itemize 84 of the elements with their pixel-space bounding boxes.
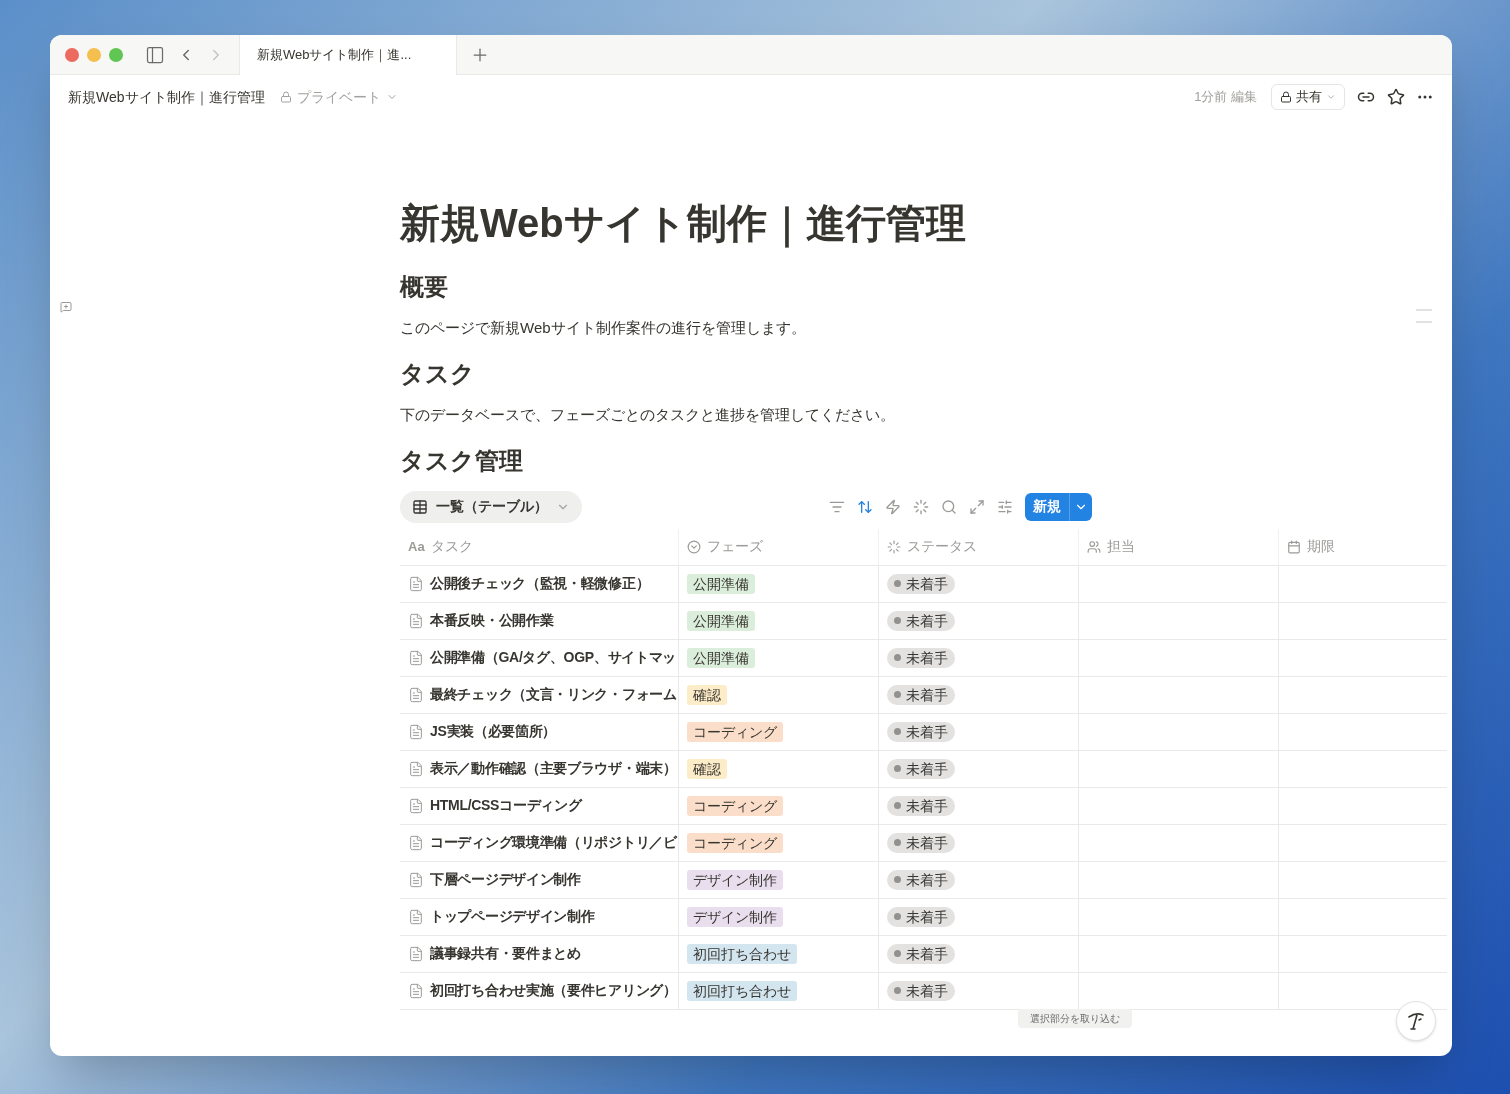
status-tag: 未着手 (887, 721, 955, 742)
task-name[interactable]: 最終チェック（文言・リンク・フォーム (430, 684, 677, 706)
phase-tag: 初回打ち合わせ (687, 980, 797, 1001)
section-heading: タスク (400, 359, 476, 390)
phase-tag: 初回打ち合わせ (687, 943, 797, 964)
page-icon (408, 686, 424, 703)
browser-tab[interactable]: 新規Webサイト制作｜進... (239, 35, 457, 75)
phase-tag: 公開準備 (687, 647, 755, 668)
maximize-window-button[interactable] (109, 47, 123, 62)
task-name[interactable]: トップページデザイン制作 (430, 906, 595, 928)
status-tag: 未着手 (887, 647, 955, 668)
lock-icon (279, 91, 292, 103)
sidebar-toggle-icon[interactable] (145, 44, 165, 65)
people-icon (1087, 539, 1101, 554)
database-title: タスク管理 (400, 446, 524, 477)
settings-icon[interactable] (997, 498, 1013, 515)
new-button[interactable]: 新規 (1025, 492, 1069, 521)
page-icon (408, 945, 424, 962)
new-dropdown-button[interactable] (1069, 492, 1092, 521)
status-tag: 未着手 (887, 573, 955, 594)
automation-icon[interactable] (885, 498, 901, 515)
status-tag: 未着手 (887, 943, 955, 964)
text-type-icon: Aa (408, 540, 425, 554)
task-name[interactable]: 議事録共有・要件まとめ (430, 943, 581, 965)
page-icon (408, 723, 424, 740)
select-icon (687, 539, 701, 554)
status-tag: 未着手 (887, 869, 955, 890)
task-name[interactable]: 公開準備（GA/タグ、OGP、サイトマッ (430, 647, 676, 669)
task-name[interactable]: コーディング環境準備（リポジトリ／ビ (430, 832, 677, 854)
tooltip: 選択部分を取り込む (1018, 1009, 1132, 1028)
status-tag: 未着手 (887, 980, 955, 1001)
phase-tag: 公開準備 (687, 610, 755, 631)
task-name[interactable]: 本番反映・公開作業 (430, 610, 554, 632)
task-name[interactable]: JS実装（必要箇所） (430, 721, 557, 743)
phase-tag: 公開準備 (687, 573, 755, 594)
expand-icon[interactable] (969, 498, 985, 515)
status-tag: 未着手 (887, 906, 955, 927)
phase-tag: デザイン制作 (687, 906, 783, 927)
page-icon (408, 982, 424, 999)
view-selector[interactable]: 一覧（テーブル） (400, 490, 582, 523)
page-icon (408, 908, 424, 925)
status-tag: 未着手 (887, 610, 955, 631)
page-icon (408, 871, 424, 888)
edited-time: 1分前 編集 (1194, 88, 1257, 107)
task-name[interactable]: 下層ページデザイン制作 (430, 869, 581, 891)
calendar-icon (1287, 539, 1301, 554)
paragraph: このページで新規Webサイト制作案件の進行を管理します。 (400, 318, 807, 339)
phase-tag: コーディング (687, 721, 783, 742)
status-tag: 未着手 (887, 795, 955, 816)
task-name[interactable]: 初回打ち合わせ実施（要件ヒアリング） (430, 980, 677, 1002)
close-window-button[interactable] (65, 47, 79, 62)
paragraph: 下のデータベースで、フェーズごとのタスクと進捗を管理してください。 (400, 405, 896, 426)
page-icon (408, 612, 424, 629)
page-icon (408, 649, 424, 666)
page-icon (408, 760, 424, 777)
phase-tag: デザイン制作 (687, 869, 783, 890)
caret-icon (1326, 92, 1336, 102)
phase-tag: コーディング (687, 832, 783, 853)
page-icon (408, 797, 424, 814)
task-name[interactable]: 表示／動作確認（主要ブラウザ・端末） (430, 758, 677, 780)
star-icon[interactable] (1387, 88, 1405, 106)
section-heading: 概要 (400, 272, 449, 302)
sparkle-icon[interactable] (913, 498, 929, 515)
page-icon (408, 834, 424, 851)
page-title: 新規Webサイト制作｜進行管理 (400, 199, 1447, 247)
status-icon (887, 539, 901, 554)
lock-icon (1280, 91, 1292, 103)
comment-icon[interactable] (60, 301, 72, 313)
share-button[interactable]: 共有 (1271, 84, 1345, 110)
assistant-button[interactable] (1396, 1001, 1436, 1041)
task-name[interactable]: 公開後チェック（監視・軽微修正） (430, 573, 650, 595)
page-icon (408, 575, 424, 592)
phase-tag: 確認 (687, 758, 727, 779)
minimize-window-button[interactable] (87, 47, 101, 62)
table-icon (412, 498, 428, 515)
task-name[interactable]: HTML/CSSコーディング (430, 795, 582, 817)
breadcrumb[interactable]: 新規Webサイト制作｜進行管理 (68, 86, 265, 108)
status-tag: 未着手 (887, 758, 955, 779)
phase-tag: コーディング (687, 795, 783, 816)
sort-icon[interactable] (857, 498, 873, 515)
phase-tag: 確認 (687, 684, 727, 705)
search-icon[interactable] (941, 498, 957, 515)
status-tag: 未着手 (887, 832, 955, 853)
status-tag: 未着手 (887, 684, 955, 705)
